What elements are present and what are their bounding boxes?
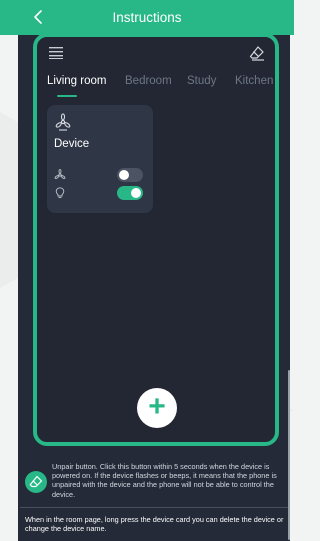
device-name: Device bbox=[54, 138, 90, 150]
active-tab-indicator bbox=[57, 95, 77, 97]
bulb-icon bbox=[55, 187, 65, 199]
plus-icon: + bbox=[148, 390, 166, 423]
title-bar: Instructions bbox=[0, 0, 294, 35]
eraser-icon bbox=[29, 475, 43, 488]
toggle-knob bbox=[119, 170, 129, 180]
page-title: Instructions bbox=[112, 10, 182, 25]
tab-living-room[interactable]: Living room bbox=[47, 75, 106, 87]
room-page-instructions: When in the room page, long press the de… bbox=[25, 515, 284, 534]
divider bbox=[20, 507, 288, 508]
eraser-icon[interactable] bbox=[249, 45, 265, 61]
unpair-button-badge bbox=[25, 471, 47, 493]
tab-kitchen[interactable]: Kitchen bbox=[235, 75, 273, 87]
device-card[interactable]: Device bbox=[47, 105, 153, 213]
room-screen-preview: Living room Bedroom Study Kitchen Device bbox=[33, 33, 279, 446]
scrollbar[interactable] bbox=[288, 370, 290, 540]
toggle-knob bbox=[131, 188, 141, 198]
tab-bedroom[interactable]: Bedroom bbox=[125, 75, 172, 87]
menu-icon[interactable] bbox=[49, 47, 63, 59]
fan-toggle[interactable] bbox=[117, 168, 143, 182]
unpair-instructions: Unpair button. Click this button within … bbox=[52, 462, 277, 499]
fan-icon bbox=[54, 169, 66, 179]
bulb-toggle[interactable] bbox=[117, 186, 143, 200]
fan-icon bbox=[55, 113, 71, 131]
add-device-button[interactable]: + bbox=[137, 388, 177, 428]
tab-study[interactable]: Study bbox=[187, 75, 216, 87]
